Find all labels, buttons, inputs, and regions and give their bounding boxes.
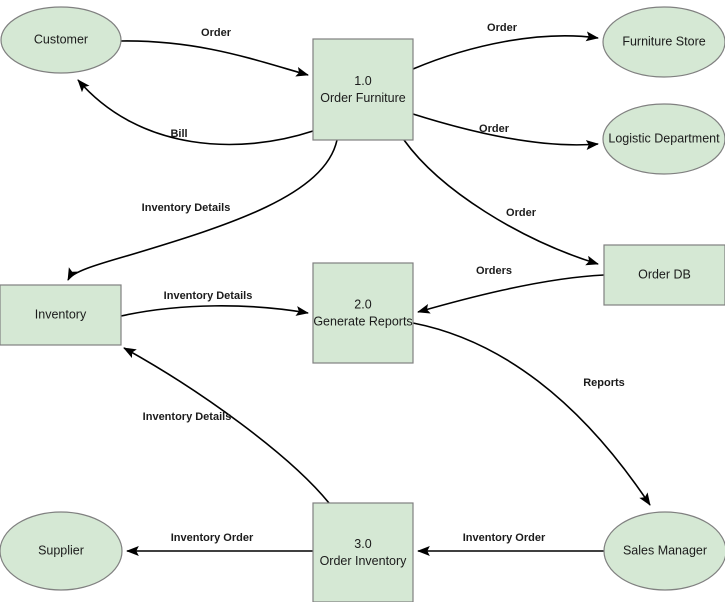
- data-store-node[interactable]: Order DB: [603, 244, 725, 306]
- node-ellipse: [0, 6, 122, 74]
- external-entity-node[interactable]: Sales Manager: [603, 511, 725, 591]
- node-ellipse: [0, 511, 123, 591]
- flow-connector: [120, 305, 309, 317]
- node-rect: [0, 284, 122, 346]
- flow-connector: [417, 274, 605, 314]
- dfd-canvas: Customer Furniture Store Logistic Departme…: [0, 0, 725, 602]
- flow-connector: [77, 79, 314, 146]
- flow-connector: [412, 31, 599, 70]
- flow-connector: [120, 40, 309, 77]
- flow-connector: [403, 139, 599, 266]
- flow-label: Orders: [476, 265, 512, 277]
- nodes-layer: Customer Furniture Store Logistic Departme…: [0, 6, 725, 602]
- node-ellipse: [602, 6, 725, 78]
- flow-label: Order: [201, 27, 232, 39]
- flow-label: Inventory Details: [143, 411, 232, 423]
- process-node[interactable]: 3.0Order Inventory: [312, 502, 414, 602]
- external-entity-node[interactable]: Customer: [0, 6, 122, 74]
- external-entity-node[interactable]: Supplier: [0, 511, 123, 591]
- data-store-node[interactable]: Inventory: [0, 284, 122, 346]
- dfd-svg: Customer Furniture Store Logistic Departme…: [0, 6, 725, 602]
- process-node[interactable]: 1.0Order Furniture: [312, 38, 414, 141]
- flow-connector: [123, 347, 330, 504]
- flow-connector: [67, 139, 338, 281]
- flow-connector: [412, 322, 651, 506]
- node-rect: [603, 244, 725, 306]
- node-rect: [312, 38, 414, 141]
- node-rect: [312, 502, 414, 602]
- external-entity-node[interactable]: Logistic Department: [602, 103, 725, 175]
- flow-label: Inventory Order: [171, 532, 254, 544]
- flow-connector: [412, 113, 599, 150]
- flow-label: Inventory Details: [164, 290, 253, 302]
- process-node[interactable]: 2.0Generate Reports: [312, 262, 414, 364]
- external-entity-node[interactable]: Furniture Store: [602, 6, 725, 78]
- flow-label: Reports: [583, 377, 625, 389]
- node-rect: [312, 262, 414, 364]
- flow-label: Order: [487, 22, 518, 34]
- flow-label: Inventory Order: [463, 532, 546, 544]
- flow-label: Inventory Details: [142, 202, 231, 214]
- flow-label: Order: [506, 207, 537, 219]
- node-ellipse: [602, 103, 725, 175]
- node-ellipse: [603, 511, 725, 591]
